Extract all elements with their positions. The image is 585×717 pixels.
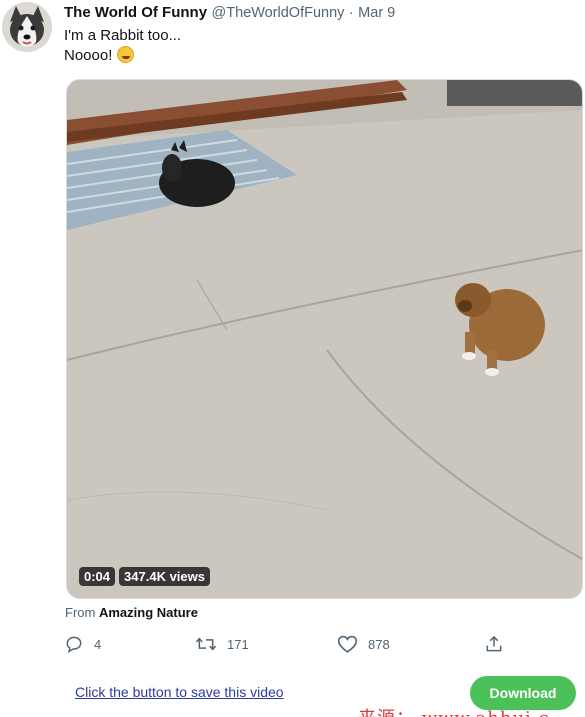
watermark-text: 来源： www.ahhui.c <box>358 704 550 717</box>
tweet-text-line-2: Noooo! <box>64 46 181 66</box>
video-frame-image <box>67 80 582 598</box>
video-source: From Amazing Nature <box>65 605 198 620</box>
separator-dot: · <box>348 5 354 21</box>
tweet-text-noooo: Noooo! <box>64 47 113 64</box>
avatar[interactable] <box>2 2 52 52</box>
display-name[interactable]: The World Of Funny <box>64 4 207 21</box>
share-button[interactable] <box>484 634 504 654</box>
share-icon <box>486 635 502 652</box>
tweet-actions: 4 171 878 <box>64 634 504 656</box>
video-duration: 0:04 <box>79 567 116 586</box>
video-source-prefix: From <box>65 605 96 620</box>
retweet-button[interactable]: 171 <box>195 634 249 654</box>
tweet-text: I'm a Rabbit too... Noooo! <box>64 26 181 66</box>
reply-button[interactable]: 4 <box>64 634 101 654</box>
video-player[interactable]: 0:04 347.4K views <box>66 79 583 599</box>
tweet-text-line-1: I'm a Rabbit too... <box>64 27 182 44</box>
like-icon <box>337 635 358 653</box>
tweet-date[interactable]: Mar 9 <box>358 5 395 21</box>
like-count: 878 <box>368 636 390 652</box>
reply-icon <box>66 636 82 654</box>
video-badges: 0:04 347.4K views <box>79 567 210 586</box>
tweet-header: The World Of Funny @TheWorldOfFunny · Ma… <box>64 4 579 22</box>
retweet-count: 171 <box>227 636 249 652</box>
like-button[interactable]: 878 <box>337 634 390 654</box>
retweet-icon <box>195 637 217 651</box>
save-video-link[interactable]: Click the button to save this video <box>75 684 284 700</box>
rolling-on-floor-laughing-emoji-icon <box>116 46 134 63</box>
video-source-name[interactable]: Amazing Nature <box>99 605 198 620</box>
video-views: 347.4K views <box>119 567 210 586</box>
husky-avatar-image <box>2 2 52 52</box>
reply-count: 4 <box>94 636 102 652</box>
user-handle[interactable]: @TheWorldOfFunny <box>212 5 345 21</box>
